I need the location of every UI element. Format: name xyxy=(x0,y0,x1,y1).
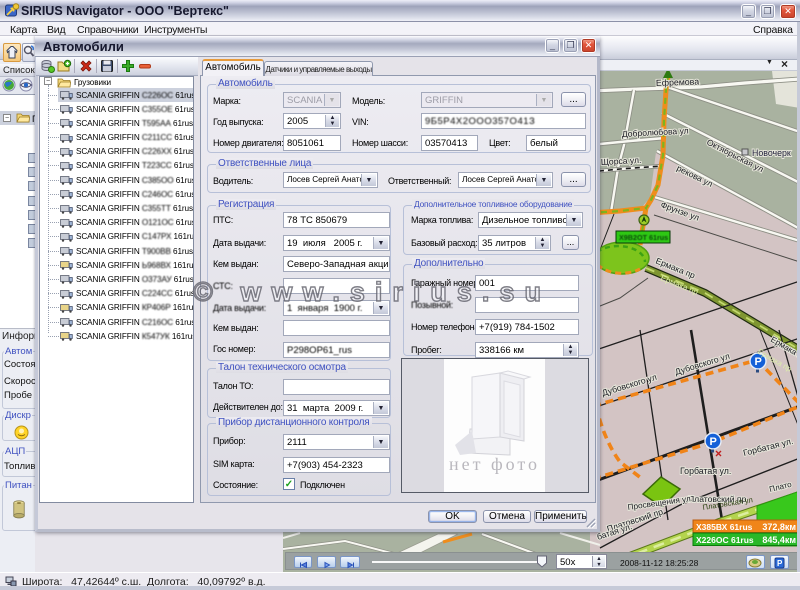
svg-text:Х385ВХ 61rus: Х385ВХ 61rus xyxy=(696,522,753,532)
svg-text:Горбатая ул.: Горбатая ул. xyxy=(680,466,731,476)
svg-text:Ефремова: Ефремова xyxy=(656,76,700,88)
svg-text:Щорса ул.: Щорса ул. xyxy=(601,155,642,167)
svg-text:Х226ОС 61rus: Х226ОС 61rus xyxy=(696,535,754,545)
svg-text:P: P xyxy=(755,356,762,368)
svg-text:P: P xyxy=(777,559,783,568)
svg-text:Новочерк: Новочерк xyxy=(752,148,791,158)
svg-text:845,4км: 845,4км xyxy=(762,535,796,545)
svg-text:372,8км: 372,8км xyxy=(762,522,796,532)
svg-text:Х9В2ОТ 61rus: Х9В2ОТ 61rus xyxy=(619,233,668,242)
svg-text:P: P xyxy=(710,436,717,448)
